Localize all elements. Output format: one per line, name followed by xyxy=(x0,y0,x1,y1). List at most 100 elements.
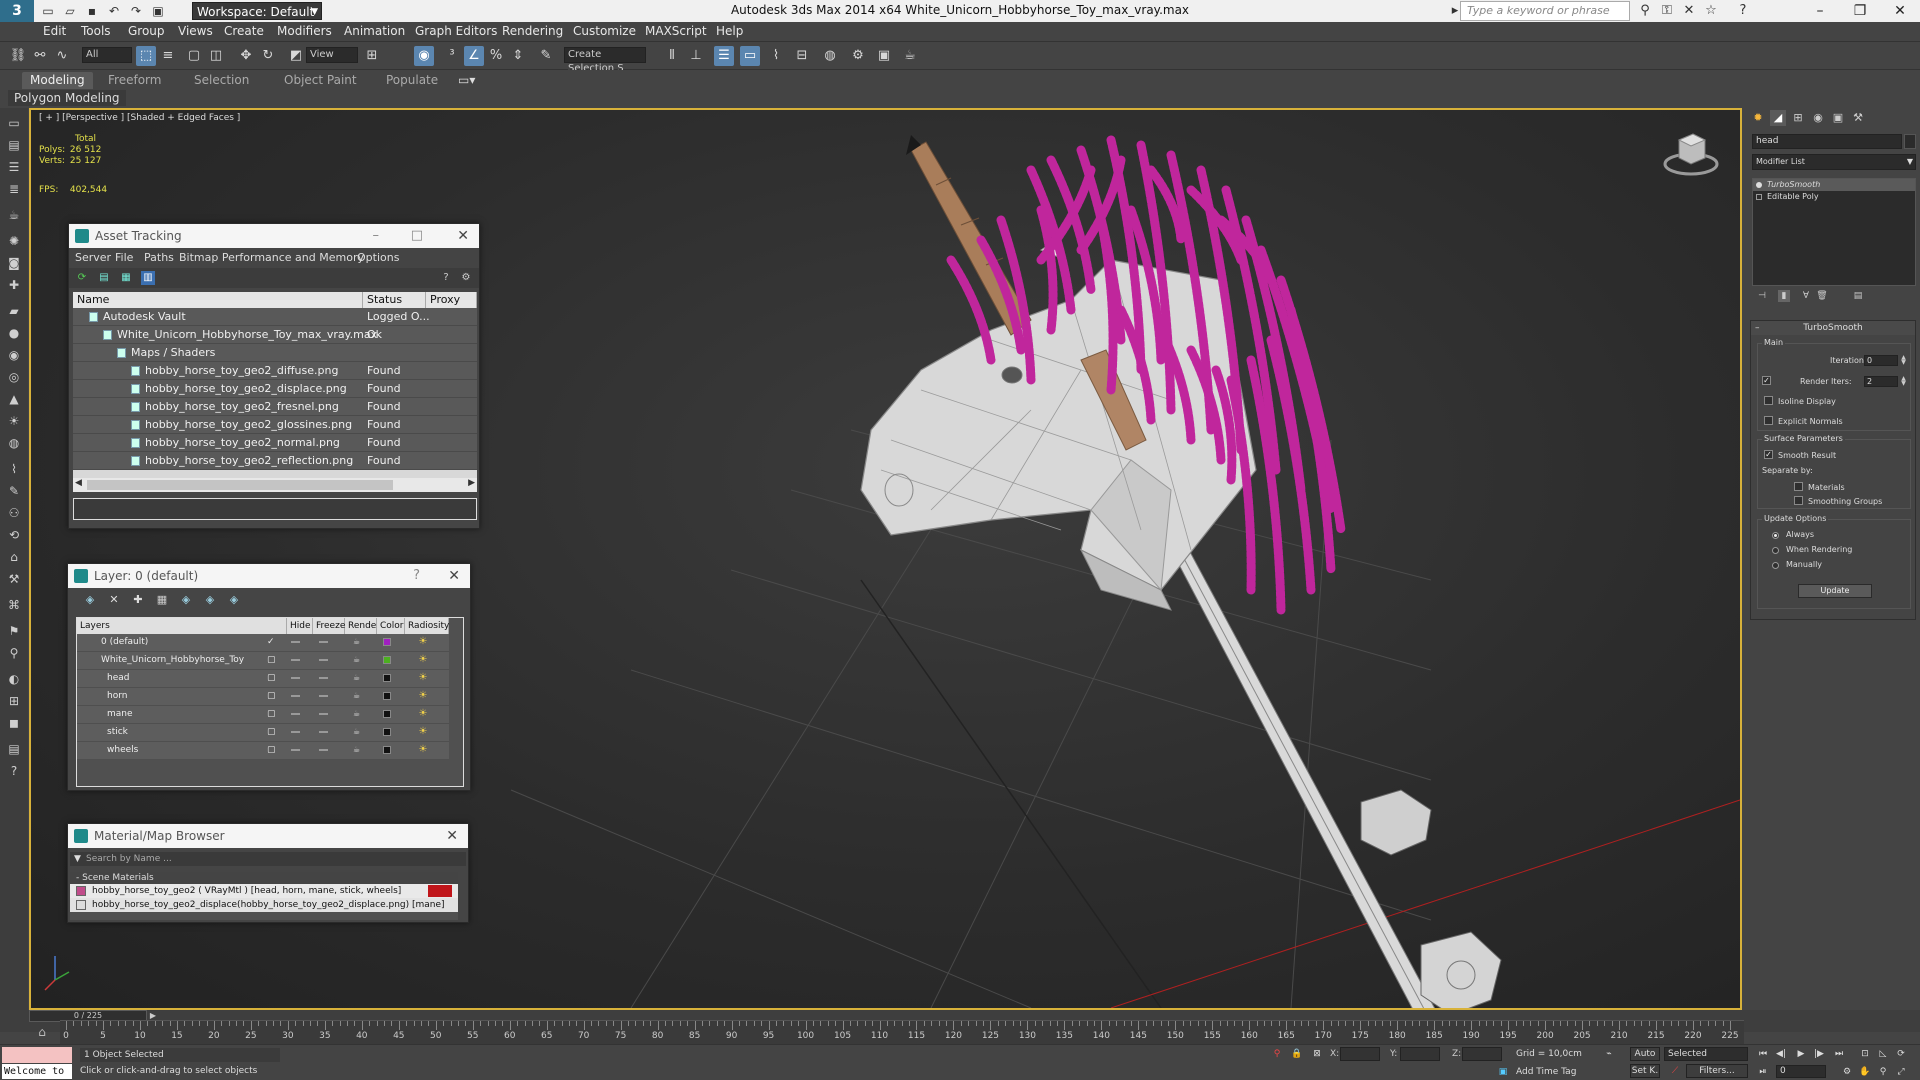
favorites-icon[interactable]: ☆ xyxy=(1702,2,1720,20)
stack-item-editable-poly[interactable]: Editable Poly xyxy=(1753,191,1915,203)
maximize-button[interactable]: ❐ xyxy=(1840,0,1880,22)
settings-icon[interactable]: ⚙ xyxy=(459,271,473,285)
layer-color-swatch[interactable] xyxy=(383,728,391,736)
material-item[interactable]: hobby_horse_toy_geo2 ( VRayMtl ) [head, … xyxy=(70,884,458,898)
z-coordinate-field[interactable] xyxy=(1462,1047,1502,1061)
bulb-icon[interactable] xyxy=(1756,182,1762,188)
pan-icon[interactable]: ✋ xyxy=(1858,1065,1872,1079)
asset-menu-paths[interactable]: Paths xyxy=(144,251,174,264)
render-teapot-icon[interactable]: ☕ xyxy=(353,656,363,664)
absolute-mode-icon[interactable]: ⊠ xyxy=(1310,1047,1324,1061)
stack-item-turbosmooth[interactable]: TurboSmooth xyxy=(1753,179,1915,191)
subscription-icon[interactable]: ⚿ xyxy=(1658,2,1676,20)
shapes-icon[interactable]: ⌇ xyxy=(4,460,24,478)
menu-group[interactable]: Group xyxy=(128,24,165,38)
hierarchy-icon[interactable]: ⚇ xyxy=(4,504,24,522)
edit-named-selection-icon[interactable]: ✎ xyxy=(536,46,556,66)
viewport-layout-icon[interactable]: ▭ xyxy=(4,114,24,132)
utilities-icon[interactable]: ⚒ xyxy=(4,570,24,588)
mirror-icon[interactable]: ⫴ xyxy=(662,46,682,66)
layer-row[interactable]: head ▢ ☕ ☀ xyxy=(77,670,449,688)
hide-toggle[interactable] xyxy=(291,713,300,715)
open-file-icon[interactable]: ▱ xyxy=(62,3,78,19)
select-objects-icon[interactable]: ▦ xyxy=(154,593,170,607)
show-end-result-icon[interactable]: ▮ xyxy=(1778,290,1790,302)
helper-icon[interactable]: ✚ xyxy=(4,276,24,294)
previous-frame-icon[interactable]: ◀| xyxy=(1774,1047,1788,1061)
go-to-start-icon[interactable]: ⏮ xyxy=(1756,1047,1770,1061)
layer-row[interactable]: wheels ▢ ☕ ☀ xyxy=(77,742,449,760)
scale-icon[interactable]: ◩ xyxy=(286,46,306,66)
selection-filter-dropdown[interactable]: All xyxy=(82,47,132,63)
add-time-tag[interactable]: Add Time Tag xyxy=(1516,1067,1576,1077)
col-color[interactable]: Color xyxy=(377,618,405,634)
layer-help-icon[interactable]: ? xyxy=(413,564,420,588)
render-teapot-icon[interactable]: ☕ xyxy=(353,692,363,700)
walk-icon[interactable]: ⚑ xyxy=(4,622,24,640)
layer-explorer-titlebar[interactable]: Layer: 0 (default) ? ✕ xyxy=(68,564,470,588)
modify-tab-icon[interactable]: ◢ xyxy=(1770,110,1786,126)
freeze-toggle[interactable] xyxy=(319,659,328,661)
isoline-checkbox[interactable] xyxy=(1764,396,1773,405)
smoothing-groups-checkbox[interactable] xyxy=(1794,496,1803,505)
asset-menu-file[interactable]: File xyxy=(115,251,133,264)
layer-color-swatch[interactable] xyxy=(383,710,391,718)
set-current-icon[interactable]: ▢ xyxy=(267,673,276,683)
asset-menu-options[interactable]: Options xyxy=(357,251,399,264)
create-tab-icon[interactable]: ✹ xyxy=(1750,110,1766,126)
iterations-spinner[interactable]: 0 xyxy=(1864,355,1898,366)
new-layer-icon[interactable]: ◈ xyxy=(82,593,98,607)
layer-color-swatch[interactable] xyxy=(383,746,391,754)
close-button[interactable]: ✕ xyxy=(1880,0,1920,22)
rotate-icon[interactable]: ↻ xyxy=(258,46,278,66)
named-selection-dropdown[interactable]: Create Selection S xyxy=(564,47,646,74)
help-icon[interactable]: ? xyxy=(1734,2,1752,20)
time-tag-icon[interactable]: ▣ xyxy=(1496,1065,1510,1079)
snaps-toggle-icon[interactable]: ³ xyxy=(442,46,462,66)
menu-views[interactable]: Views xyxy=(178,24,213,38)
orbit-icon[interactable]: ⟳ xyxy=(1894,1047,1908,1061)
communication-icon[interactable]: ✕ xyxy=(1680,2,1698,20)
unlink-icon[interactable]: ⚯ xyxy=(30,46,50,66)
radiosity-icon[interactable]: ☀ xyxy=(417,672,429,684)
network-icon[interactable]: ⊞ xyxy=(4,692,24,710)
asset-menu-server[interactable]: Server xyxy=(75,251,111,264)
globe-icon[interactable]: ◐ xyxy=(4,670,24,688)
layers-icon[interactable]: ☰ xyxy=(4,158,24,176)
menu-help[interactable]: Help xyxy=(716,24,743,38)
select-manipulate-icon[interactable]: ◉ xyxy=(414,46,434,66)
move-icon[interactable]: ✥ xyxy=(236,46,256,66)
set-current-icon[interactable]: ▢ xyxy=(267,655,276,665)
sphere-icon[interactable]: ● xyxy=(4,324,24,342)
layer-color-swatch[interactable] xyxy=(383,656,391,664)
link-icon[interactable]: ⛓ xyxy=(8,46,28,66)
layer-row[interactable]: stick ▢ ☕ ☀ xyxy=(77,724,449,742)
asset-row[interactable]: hobby_horse_toy_geo2_diffuse.png Found xyxy=(73,362,477,380)
object-color-swatch[interactable] xyxy=(1904,134,1916,149)
render-production-icon[interactable]: ☕ xyxy=(900,46,920,66)
maximize-viewport-icon[interactable]: ⤢ xyxy=(1894,1065,1908,1079)
asset-row[interactable]: hobby_horse_toy_geo2_fresnel.png Found xyxy=(73,398,477,416)
reference-coordinate-dropdown[interactable]: View xyxy=(306,47,358,63)
close-icon[interactable]: ✕ xyxy=(457,224,469,248)
menu-create[interactable]: Create xyxy=(224,24,264,38)
add-to-layer-icon[interactable]: ✚ xyxy=(130,593,146,607)
display-tab-icon[interactable]: ▣ xyxy=(1830,110,1846,126)
motion-icon[interactable]: ⟲ xyxy=(4,526,24,544)
layer-color-swatch[interactable] xyxy=(383,692,391,700)
save-icon[interactable]: ▪ xyxy=(84,3,100,19)
list-icon[interactable]: ≣ xyxy=(4,180,24,198)
motion-tab-icon[interactable]: ◉ xyxy=(1810,110,1826,126)
asset-row[interactable]: hobby_horse_toy_geo2_reflection.png Found xyxy=(73,452,477,470)
tab-selection[interactable]: Selection xyxy=(186,72,257,89)
utilities-tab-icon[interactable]: ⚒ xyxy=(1850,110,1866,126)
hide-toggle[interactable] xyxy=(291,677,300,679)
bind-spacewarp-icon[interactable]: ∿ xyxy=(52,46,72,66)
angle-snap-icon[interactable]: ∠ xyxy=(464,46,484,66)
smooth-result-checkbox[interactable]: ✓ xyxy=(1764,450,1773,459)
search-options-icon[interactable]: ▼ xyxy=(74,852,81,866)
radiosity-icon[interactable]: ☀ xyxy=(417,690,429,702)
zoom-extents-icon[interactable]: ⊡ xyxy=(1858,1047,1872,1061)
col-freeze[interactable]: Freeze xyxy=(313,618,345,634)
asset-path-field[interactable] xyxy=(73,498,477,520)
